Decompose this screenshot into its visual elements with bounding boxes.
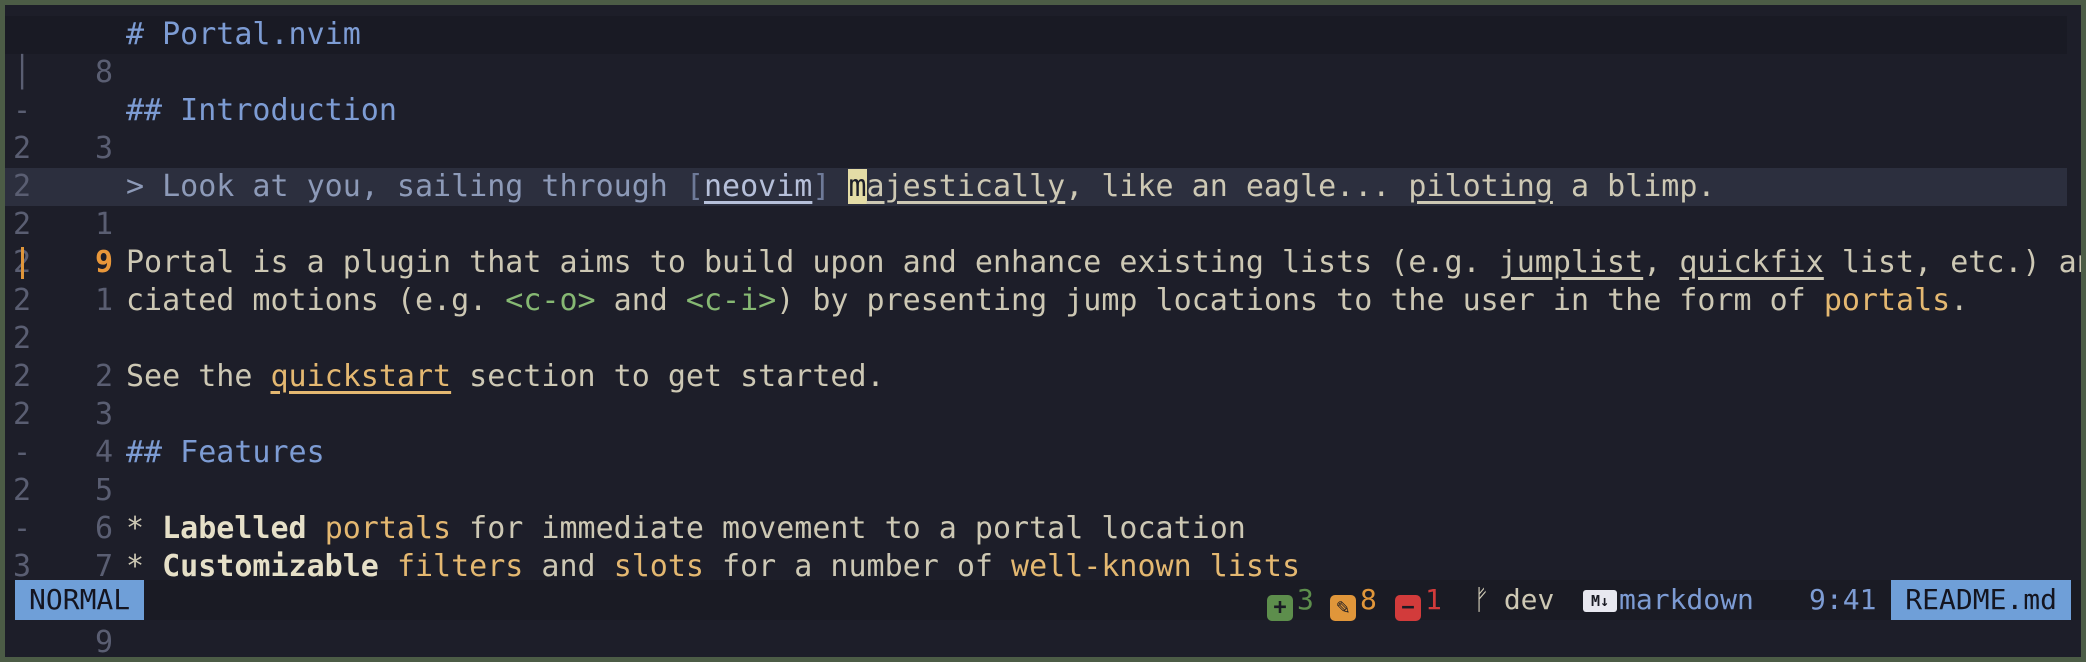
git-added-count: +3 xyxy=(1267,580,1314,621)
file-name: README.md xyxy=(1891,580,2071,620)
buffer-line[interactable]: - 6 ## Features xyxy=(5,434,2067,546)
list-item-text: * Labelled portals for immediate movemen… xyxy=(126,510,1246,548)
git-changed-count: ✎ 8 xyxy=(1330,580,1377,621)
git-changed-icon: ✎ xyxy=(1330,595,1356,621)
quote-prefix: > Look at you, sailing through xyxy=(126,169,686,204)
underlined-word: piloting xyxy=(1408,169,1553,204)
emphasis-text: filters xyxy=(396,549,524,584)
fold-indicator: 2 xyxy=(13,473,32,508)
git-removed-icon: − xyxy=(1395,595,1421,621)
status-line: NORMAL +3 ✎ 8 −1 ᚠ dev M↓ markdown 9:41 REA… xyxy=(5,580,2081,621)
buffer-line[interactable]: 8 # Portal.nvim xyxy=(5,16,2067,90)
paragraph-text: Portal is a plugin that aims to build up… xyxy=(126,244,2081,282)
buffer-line[interactable]: 2 4 See the quickstart section to get st… xyxy=(5,358,2067,470)
heading-text: ## Features xyxy=(126,435,325,470)
text-span: * xyxy=(126,549,163,584)
fold-indicator: 2 xyxy=(13,207,32,242)
text-span: . xyxy=(1950,283,1969,318)
fold-indicator: 2 xyxy=(13,131,32,166)
text-span: and xyxy=(595,283,686,318)
neovim-link[interactable]: neovim xyxy=(704,169,812,204)
quote-text: a blimp. xyxy=(1552,169,1716,204)
fold-indicator: 2 xyxy=(13,359,32,394)
jumplist-link: jumplist xyxy=(1498,245,1644,280)
bold-text: Customizable xyxy=(162,549,379,584)
text-span: and xyxy=(523,549,614,584)
heading-text: ## Introduction xyxy=(126,93,397,128)
quickstart-link: quickstart xyxy=(270,359,452,394)
filetype: M↓ markdown xyxy=(1583,580,1754,620)
current-line[interactable]: 2 9 > Look at you, sailing through [neov… xyxy=(5,168,2067,280)
text-span: ciated motions (e.g. xyxy=(126,283,506,318)
text-span: list, etc.) and their asso xyxy=(1841,245,2081,280)
fold-indicator: │ xyxy=(13,55,32,90)
git-added-icon: + xyxy=(1267,595,1293,621)
emphasis-text: slots xyxy=(613,549,704,584)
emphasis-text: portals xyxy=(324,511,452,546)
text-span: for a number of xyxy=(704,549,1012,584)
quote-text: , like an eagle... xyxy=(1065,169,1409,204)
quickfix-link: quickfix xyxy=(1679,245,1824,280)
fold-indicator: 2 xyxy=(13,169,32,204)
added-value: 3 xyxy=(1297,583,1314,616)
text-span xyxy=(379,549,397,584)
buffer-line[interactable]: - 8 * Labelled portals for immediate mov… xyxy=(5,510,2067,622)
branch-name: dev xyxy=(1503,583,1555,616)
text-span: ) by presenting jump locations to the us… xyxy=(776,283,1824,318)
fold-indicator: 2 xyxy=(13,397,32,432)
buffer-line-wrap[interactable]: 2 ciated motions (e.g. <c-o> and <c-i>) … xyxy=(5,282,2067,320)
text-cursor[interactable]: m xyxy=(848,169,867,204)
text-span: for immediate movement to a portal locat… xyxy=(451,511,1246,546)
fold-indicator: 2 xyxy=(13,283,32,318)
removed-value: 1 xyxy=(1425,583,1442,616)
fold-indicator: - xyxy=(13,93,32,128)
heading-text: # Portal.nvim xyxy=(126,17,361,52)
link-bracket-open: [ xyxy=(685,169,704,204)
buffer-line[interactable]: 2 7 xyxy=(5,472,2067,584)
markdown-icon: M↓ xyxy=(1583,590,1617,612)
buffer-line[interactable]: 2 3 xyxy=(5,320,2067,432)
buffer-line[interactable]: 2 1 xyxy=(5,130,2067,242)
git-removed-count: −1 xyxy=(1395,580,1442,621)
fold-indicator: - xyxy=(13,435,32,470)
buffer-line[interactable]: │ 3 xyxy=(5,54,2067,166)
inline-code: <c-o> xyxy=(505,283,596,318)
inline-code: <c-i> xyxy=(685,283,777,318)
text-span: Portal is a plugin that aims to build up… xyxy=(126,245,1499,280)
text-span: , xyxy=(1643,245,1680,280)
git-branch: ᚠ dev xyxy=(1473,580,1554,620)
bold-text: Labelled xyxy=(162,511,307,546)
emphasis-text: portals xyxy=(1823,283,1951,318)
buffer-line[interactable]: 2 5 xyxy=(5,396,2067,508)
mode-indicator: NORMAL xyxy=(15,580,145,620)
text-span: See the xyxy=(126,359,271,394)
link-bracket-close: ] xyxy=(812,169,831,204)
text-span: * xyxy=(126,511,163,546)
fold-indicator: - xyxy=(13,511,32,546)
buffer-line[interactable]: 2 1 xyxy=(5,206,2067,318)
cursor-position: 9:41 xyxy=(1809,583,1877,616)
buffer-line[interactable]: - 2 ## Introduction xyxy=(5,92,2067,204)
git-branch-icon: ᚠ xyxy=(1473,583,1490,616)
editor-window[interactable]: 8 # Portal.nvim │ 3 - 2 ## Introduction … xyxy=(5,5,2081,657)
paragraph-text: ciated motions (e.g. <c-o> and <c-i>) by… xyxy=(126,282,1968,320)
paragraph-text: See the quickstart section to get starte… xyxy=(126,358,885,396)
buffer-line[interactable]: 2 2 Portal is a plugin that aims to buil… xyxy=(5,244,2081,394)
changed-value: 8 xyxy=(1360,583,1377,616)
filetype-name: markdown xyxy=(1619,583,1754,616)
text-span: section to get started. xyxy=(451,359,885,394)
blockquote-text: > Look at you, sailing through [neovim] … xyxy=(126,168,1715,206)
git-change-marker xyxy=(21,247,24,279)
emphasis-text: well-known lists xyxy=(1011,549,1301,584)
underlined-word: ajestically xyxy=(866,169,1066,204)
text-span xyxy=(307,511,325,546)
fold-indicator: 2 xyxy=(13,321,32,356)
